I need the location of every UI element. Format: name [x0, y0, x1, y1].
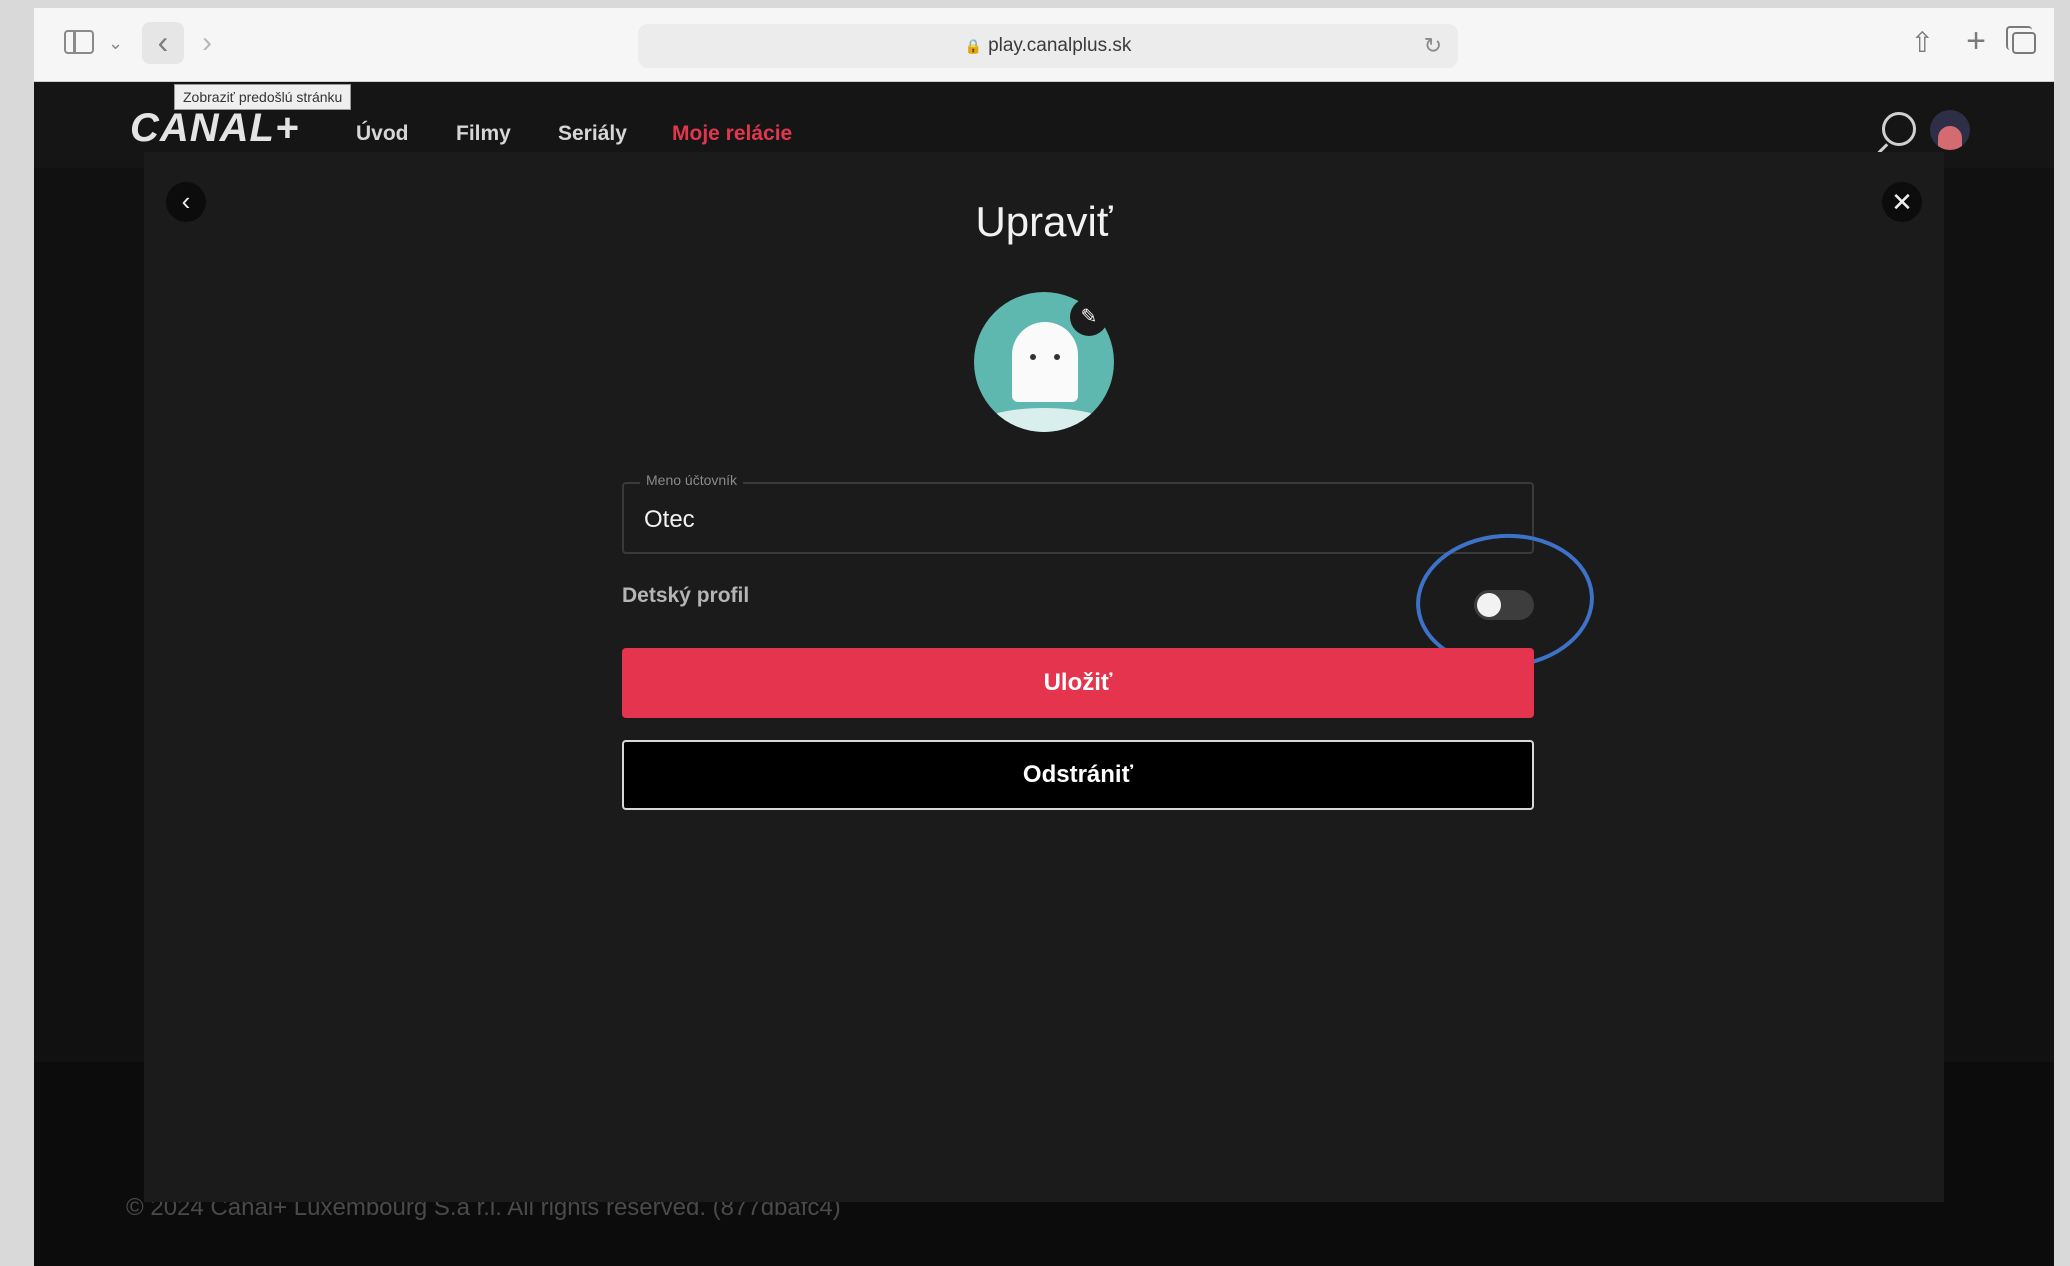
nav-item-serialy[interactable]: Seriály — [558, 122, 627, 146]
ghost-eye — [1054, 354, 1060, 360]
edit-profile-modal: ‹ ✕ Upraviť ✎ Meno účtovník Otec Detský … — [144, 152, 1944, 1202]
pencil-icon: ✎ — [1080, 306, 1098, 328]
browser-window: ⌄ ‹ › 🔒 play.canalplus.sk ↻ ⇧ + CANAL+ Úv… — [34, 8, 2054, 1266]
chevron-down-icon[interactable]: ⌄ — [108, 28, 123, 58]
avatar-floor — [974, 408, 1114, 432]
forward-button[interactable]: › — [202, 28, 212, 58]
back-button[interactable]: ‹ — [142, 22, 184, 64]
url-text: play.canalplus.sk — [988, 35, 1132, 56]
address-bar[interactable]: 🔒 play.canalplus.sk ↻ — [638, 24, 1458, 68]
nav-item-uvod[interactable]: Úvod — [356, 122, 409, 146]
edit-avatar-button[interactable]: ✎ — [1070, 298, 1108, 336]
save-button[interactable]: Uložiť — [622, 648, 1534, 718]
canal-plus-logo[interactable]: CANAL+ — [130, 106, 299, 151]
modal-title: Upraviť — [975, 198, 1113, 245]
tab-overview-icon[interactable] — [2006, 26, 2036, 54]
delete-button[interactable]: Odstrániť — [622, 740, 1534, 810]
new-tab-icon[interactable]: + — [1966, 24, 1986, 58]
kids-profile-label: Detský profil — [622, 584, 750, 607]
profile-name-field[interactable]: Meno účtovník Otec — [622, 472, 1534, 554]
ghost-eye — [1030, 354, 1036, 360]
profile-name-value[interactable]: Otec — [644, 506, 695, 534]
sidebar-toggle-icon[interactable] — [64, 30, 94, 54]
nav-item-filmy[interactable]: Filmy — [456, 122, 511, 146]
search-icon[interactable] — [1882, 112, 1916, 146]
ghost-icon — [1012, 322, 1078, 402]
lock-icon: 🔒 — [964, 38, 983, 54]
profile-avatar[interactable] — [1930, 110, 1970, 150]
nav-item-moje-relacie[interactable]: Moje relácie — [672, 122, 792, 146]
profile-name-label: Meno účtovník — [640, 472, 744, 488]
share-icon[interactable]: ⇧ — [1911, 28, 1934, 58]
back-tooltip: Zobraziť predošlú stránku — [174, 84, 352, 110]
reload-icon[interactable]: ↻ — [1424, 24, 1442, 68]
browser-toolbar: ⌄ ‹ › 🔒 play.canalplus.sk ↻ ⇧ + — [34, 8, 2054, 82]
